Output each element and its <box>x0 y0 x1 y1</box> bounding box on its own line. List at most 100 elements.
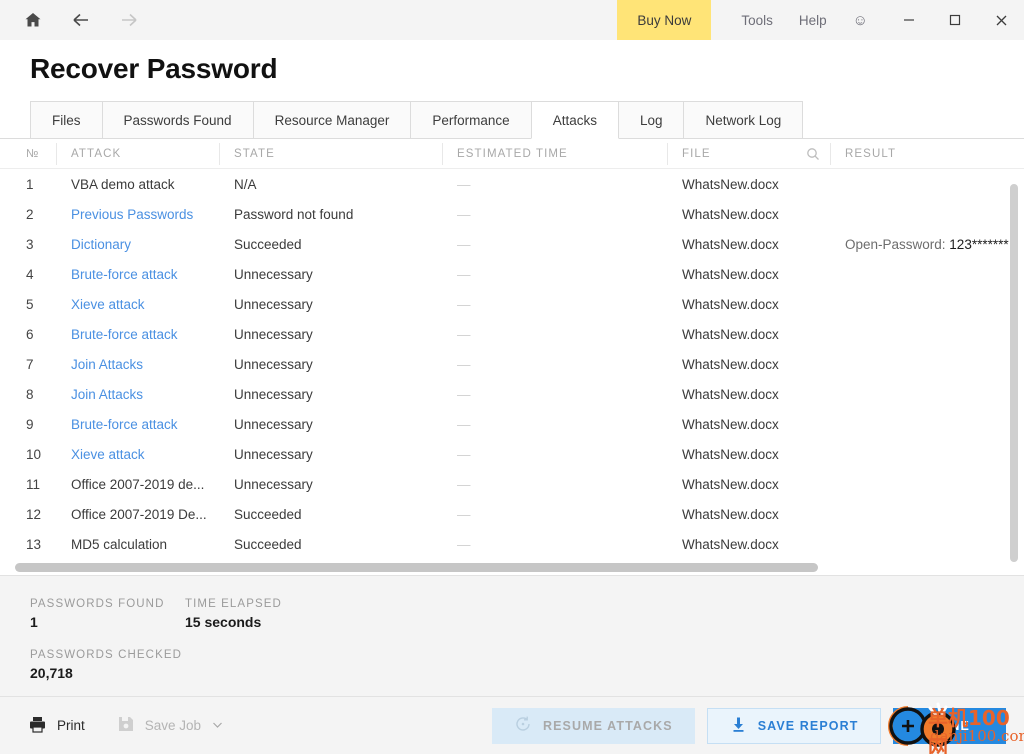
column-header-attack[interactable]: ATTACK <box>57 142 220 165</box>
table-row[interactable]: 11 Office 2007-2019 de... Unnecessary — What… <box>0 469 1024 499</box>
table-row[interactable]: 6 Brute-force attack Unnecessary — WhatsNew.… <box>0 319 1024 349</box>
row-attack-name[interactable]: Previous Passwords <box>57 207 220 222</box>
table-row[interactable]: 3 Dictionary Succeeded — WhatsNew.docx Open-P… <box>0 229 1024 259</box>
application-window: Buy Now Tools Help ☺ Recover Password Fi… <box>0 0 1024 754</box>
row-attack-name[interactable]: Join Attacks <box>57 387 220 402</box>
row-number: 3 <box>0 237 57 252</box>
row-state: Unnecessary <box>220 267 443 282</box>
row-attack-name[interactable]: Brute-force attack <box>57 267 220 282</box>
row-estimated-time-text: — <box>457 296 471 312</box>
row-attack-name[interactable]: Join Attacks <box>57 357 220 372</box>
tab-log[interactable]: Log <box>617 101 685 139</box>
done-button[interactable]: DONE <box>893 707 1006 744</box>
row-estimated-time: — <box>443 477 668 492</box>
home-icon[interactable] <box>22 9 44 31</box>
horizontal-scrollbar[interactable] <box>15 563 818 572</box>
row-attack-name-text: Join Attacks <box>71 386 144 402</box>
page-title: Recover Password <box>30 53 278 84</box>
row-state: Password not found <box>220 207 443 222</box>
row-estimated-time: — <box>443 177 668 192</box>
close-icon[interactable] <box>978 0 1024 40</box>
row-attack-name-text: Brute-force attack <box>71 266 178 282</box>
page-header: Recover Password <box>0 40 1024 88</box>
time-elapsed-block: TIME ELAPSED 15 seconds <box>185 598 282 630</box>
row-attack-name-text: Brute-force attack <box>71 416 178 432</box>
row-attack-name-text: Previous Passwords <box>71 206 194 222</box>
buy-now-button[interactable]: Buy Now <box>617 0 712 40</box>
table-row[interactable]: 7 Join Attacks Unnecessary — WhatsNew.docx <box>0 349 1024 379</box>
tab-passwords-found[interactable]: Passwords Found <box>101 101 254 139</box>
table-row[interactable]: 5 Xieve attack Unnecessary — WhatsNew.docx <box>0 289 1024 319</box>
tab-label: Resource Manager <box>274 112 390 128</box>
row-file: WhatsNew.docx <box>668 177 831 192</box>
row-file-text: WhatsNew.docx <box>682 356 779 372</box>
tab-performance[interactable]: Performance <box>410 101 532 139</box>
row-attack-name[interactable]: Brute-force attack <box>57 417 220 432</box>
row-number-text: 3 <box>26 236 34 252</box>
titlebar-nav-group <box>0 0 140 40</box>
row-estimated-time: — <box>443 417 668 432</box>
titlebar-menu: Tools Help ☺ <box>711 0 886 40</box>
column-header-number[interactable]: № <box>0 142 57 165</box>
passwords-found-value: 1 <box>30 614 38 630</box>
passwords-checked-block: PASSWORDS CHECKED 20,718 <box>30 649 182 681</box>
tab-network-log[interactable]: Network Log <box>683 101 804 139</box>
row-file-text: WhatsNew.docx <box>682 386 779 402</box>
table-row[interactable]: 12 Office 2007-2019 De... Succeeded — WhatsN… <box>0 499 1024 529</box>
printer-icon <box>28 715 47 737</box>
row-estimated-time: — <box>443 537 668 552</box>
resume-attacks-button: RESUME ATTACKS <box>491 707 695 744</box>
table-row[interactable]: 8 Join Attacks Unnecessary — WhatsNew.docx <box>0 379 1024 409</box>
save-report-label: SAVE REPORT <box>757 718 859 733</box>
tab-attacks[interactable]: Attacks <box>530 101 619 139</box>
row-number-text: 2 <box>26 206 34 222</box>
column-header-state[interactable]: STATE <box>220 142 443 165</box>
column-header-estimated-time[interactable]: ESTIMATED TIME <box>443 142 668 165</box>
row-attack-name-text: Office 2007-2019 de... <box>71 476 205 492</box>
row-state-text: Unnecessary <box>234 446 313 462</box>
row-file: WhatsNew.docx <box>668 267 831 282</box>
maximize-icon[interactable] <box>932 0 978 40</box>
table-row[interactable]: 10 Xieve attack Unnecessary — WhatsNew.docx <box>0 439 1024 469</box>
row-attack-name: Office 2007-2019 De... <box>57 507 220 522</box>
row-state: Unnecessary <box>220 477 443 492</box>
footer-bar: Print Save Job RESUME ATTACKS SAVE REPOR… <box>0 696 1024 754</box>
table-row[interactable]: 4 Brute-force attack Unnecessary — WhatsNew.… <box>0 259 1024 289</box>
row-estimated-time: — <box>443 297 668 312</box>
row-attack-name[interactable]: Xieve attack <box>57 297 220 312</box>
table-row[interactable]: 2 Previous Passwords Password not found — Wh… <box>0 199 1024 229</box>
row-state-text: Succeeded <box>234 506 302 522</box>
table-row[interactable]: 13 MD5 calculation Succeeded — WhatsNew.docx <box>0 529 1024 559</box>
column-header-result[interactable]: RESULT <box>831 143 1024 165</box>
row-result: Open-Password: 123******* <box>831 237 1024 252</box>
tab-label: Performance <box>432 112 510 128</box>
row-number-text: 1 <box>26 176 34 192</box>
search-icon[interactable] <box>806 147 820 161</box>
row-attack-name-text: Xieve attack <box>71 296 145 312</box>
vertical-scrollbar[interactable] <box>1010 184 1018 562</box>
row-estimated-time-text: — <box>457 326 471 342</box>
row-estimated-time-text: — <box>457 416 471 432</box>
row-file-text: WhatsNew.docx <box>682 326 779 342</box>
save-report-button[interactable]: SAVE REPORT <box>706 707 882 744</box>
table-row[interactable]: 9 Brute-force attack Unnecessary — WhatsNew.… <box>0 409 1024 439</box>
row-number-text: 12 <box>26 506 42 522</box>
row-attack-name[interactable]: Dictionary <box>57 237 220 252</box>
row-attack-name[interactable]: Xieve attack <box>57 447 220 462</box>
tab-files[interactable]: Files <box>30 101 103 139</box>
menu-item-help[interactable]: Help <box>799 13 827 28</box>
row-attack-name[interactable]: Brute-force attack <box>57 327 220 342</box>
print-button[interactable]: Print <box>28 715 85 737</box>
row-result-password: 123******* <box>949 236 1009 252</box>
tab-resource-manager[interactable]: Resource Manager <box>252 101 412 139</box>
back-arrow-icon[interactable] <box>70 9 92 31</box>
row-state: Succeeded <box>220 237 443 252</box>
footer-left-actions: Print Save Job <box>28 715 224 737</box>
title-bar: Buy Now Tools Help ☺ <box>0 0 1024 40</box>
menu-item-tools[interactable]: Tools <box>741 13 773 28</box>
row-estimated-time-text: — <box>457 236 471 252</box>
smiley-face-icon[interactable]: ☺ <box>853 13 868 28</box>
minimize-icon[interactable] <box>886 0 932 40</box>
table-row[interactable]: 1 VBA demo attack N/A — WhatsNew.docx <box>0 169 1024 199</box>
column-header-file[interactable]: FILE <box>668 142 831 165</box>
